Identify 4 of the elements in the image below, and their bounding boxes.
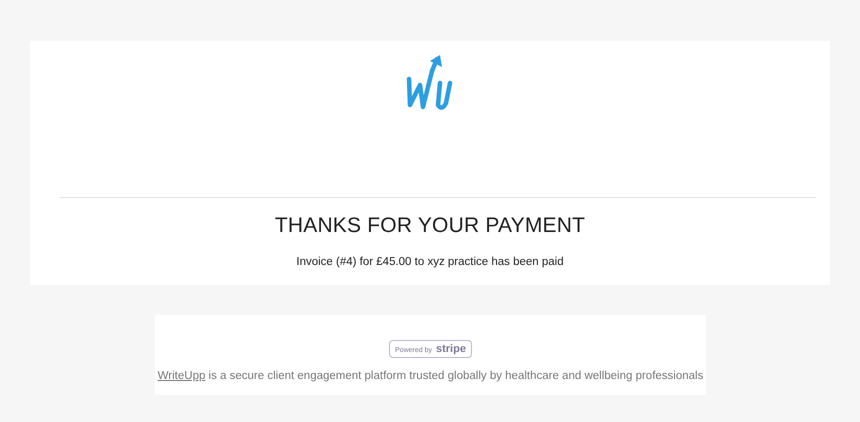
footer-text: WriteUpp is a secure client engagement platform trusted globally by healthcare and wellbeing professionals	[158, 370, 704, 382]
confirmation-message: Invoice (#4) for £45.00 to xyz practice has been paid	[296, 256, 564, 268]
page-heading: THANKS FOR YOUR PAYMENT	[274, 214, 586, 238]
writeupp-link[interactable]: WriteUpp	[158, 370, 206, 382]
